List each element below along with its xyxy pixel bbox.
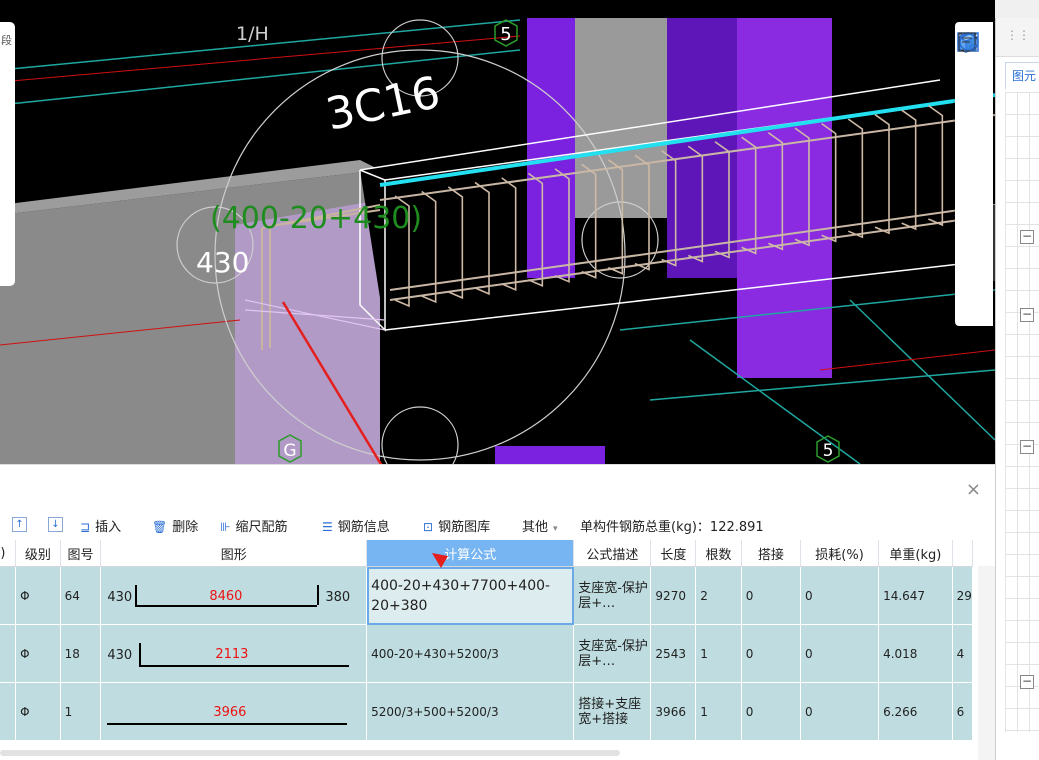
table-row[interactable]: Φ 1 3966 5200/3+500+5200/3 搭接+支座宽+搭接 396… bbox=[0, 682, 974, 741]
unit-weight-cell[interactable]: 14.647 bbox=[878, 566, 953, 625]
properties-panel-header: ⋮⋮ bbox=[996, 18, 1039, 57]
lap-cell[interactable]: 0 bbox=[741, 682, 801, 741]
properties-panel: ⋮⋮ 图元 − − − − bbox=[995, 18, 1039, 760]
rebar-3d-scene: 5 G 5 1/H 3C16 (400-20+430) 430 bbox=[0, 18, 995, 464]
shape-cell[interactable]: 430 8460 380 bbox=[100, 566, 368, 625]
grade-cell[interactable]: Φ bbox=[15, 566, 61, 625]
axis-marker-bottom-5: 5 bbox=[823, 441, 834, 461]
unit-weight-cell[interactable]: 6.266 bbox=[878, 682, 953, 741]
trash-icon: 🗑 bbox=[152, 520, 168, 534]
property-grid bbox=[1005, 92, 1039, 732]
extra-cell[interactable]: 29 bbox=[952, 566, 974, 625]
col-header-length[interactable]: 长度 bbox=[650, 540, 697, 567]
left-side-tab[interactable]: 段 bbox=[0, 22, 15, 286]
col-header-count[interactable]: 根数 bbox=[695, 540, 742, 567]
collapse-group-icon[interactable]: − bbox=[1020, 230, 1034, 244]
col-header-fig-no[interactable]: 图号 bbox=[60, 540, 102, 567]
delete-button[interactable]: 🗑 删除 bbox=[152, 516, 198, 535]
formula-cell-selected[interactable]: 400-20+430+7700+400-20+380 bbox=[366, 566, 575, 625]
table-vertical-scrollbar[interactable] bbox=[978, 566, 995, 760]
col-header-unit[interactable]: m) bbox=[0, 540, 17, 567]
formula-cell[interactable]: 5200/3+500+5200/3 bbox=[366, 682, 575, 741]
col-header-loss[interactable]: 损耗(%) bbox=[800, 540, 880, 567]
length-cell[interactable]: 2543 bbox=[650, 624, 697, 683]
insert-button[interactable]: ⊒ 插入 bbox=[80, 516, 121, 535]
rebar-info-button[interactable]: ☰ 钢筋信息 bbox=[322, 516, 390, 535]
length-cell[interactable]: 3966 bbox=[650, 682, 697, 741]
move-down-button[interactable]: ↓ bbox=[48, 516, 63, 532]
lap-cell[interactable]: 0 bbox=[741, 566, 801, 625]
total-weight-readout: 单构件钢筋总重(kg)：122.891 bbox=[580, 520, 764, 535]
fig-no-cell[interactable]: 1 bbox=[60, 682, 102, 741]
info-list-icon: ☰ bbox=[322, 520, 333, 534]
col-header-shape[interactable]: 图形 bbox=[100, 540, 368, 567]
collapse-group-icon[interactable]: − bbox=[1020, 675, 1034, 689]
desc-cell[interactable]: 支座宽-保护层+… bbox=[573, 624, 652, 683]
col-header-extra[interactable] bbox=[952, 540, 974, 567]
move-up-button[interactable]: ↑ bbox=[12, 516, 27, 532]
axis-label-1h: 1/H bbox=[236, 23, 269, 45]
dimension-label: 430 bbox=[196, 246, 249, 279]
col-header-formula[interactable]: 计算公式 bbox=[366, 540, 575, 567]
table-row[interactable]: Φ 64 430 8460 380 400-20+430+7700+400-20… bbox=[0, 566, 974, 625]
dropdown-icon: ▾ bbox=[553, 524, 558, 534]
arrow-down-icon: ↓ bbox=[48, 517, 63, 532]
col-header-grade[interactable]: 级别 bbox=[15, 540, 61, 567]
view-toolbar: 2D bbox=[955, 22, 993, 326]
insert-icon: ⊒ bbox=[80, 520, 91, 534]
loss-cell[interactable]: 0 bbox=[800, 624, 880, 683]
length-cell[interactable]: 9270 bbox=[650, 566, 697, 625]
collapse-group-icon[interactable]: − bbox=[1020, 440, 1034, 454]
collapse-group-icon[interactable]: − bbox=[1020, 308, 1034, 322]
grade-cell[interactable]: Φ bbox=[15, 624, 61, 683]
rebar-table: m) 级别 图号 图形 计算公式 公式描述 长度 根数 搭接 损耗(%) 单重(… bbox=[0, 540, 995, 760]
desc-cell[interactable]: 搭接+支座宽+搭接 bbox=[573, 682, 652, 741]
rebar-toolbar: ↑ ↓ ⊒ 插入 🗑 删除 ⊪ 缩尺配筋 ☰ 钢筋信息 ⊡ 钢筋图库 其他 ▾ 单构件钢筋总… bbox=[0, 510, 995, 540]
view-list-icon[interactable] bbox=[955, 30, 981, 54]
tab-element[interactable]: 图元 bbox=[1005, 62, 1039, 89]
rebar-library-button[interactable]: ⊡ 钢筋图库 bbox=[423, 516, 490, 535]
other-menu-button[interactable]: 其他 ▾ bbox=[522, 516, 558, 535]
col-header-unit-weight[interactable]: 单重(kg) bbox=[878, 540, 953, 567]
library-icon: ⊡ bbox=[423, 520, 434, 534]
extra-cell[interactable]: 6 bbox=[952, 682, 974, 741]
scale-rebar-button[interactable]: ⊪ 缩尺配筋 bbox=[220, 516, 287, 535]
grade-cell[interactable]: Φ bbox=[15, 682, 61, 741]
beam-rebar-label: 3C16 bbox=[322, 67, 445, 141]
table-row[interactable]: Φ 18 430 2113 400-20+430+5200/3 支座宽-保护层+… bbox=[0, 624, 974, 683]
axis-marker-top-5: 5 bbox=[500, 24, 511, 45]
extra-cell[interactable]: 4 bbox=[952, 624, 974, 683]
lap-cell[interactable]: 0 bbox=[741, 624, 801, 683]
formula-cell[interactable]: 400-20+430+5200/3 bbox=[366, 624, 575, 683]
fig-no-cell[interactable]: 64 bbox=[60, 566, 102, 625]
3d-viewport[interactable]: 5 G 5 1/H 3C16 (400-20+430) 430 段 › 2D bbox=[0, 0, 995, 464]
rebar-panel-header: × bbox=[0, 464, 995, 511]
count-cell[interactable]: 1 bbox=[695, 682, 742, 741]
formula-annotation: (400-20+430) bbox=[210, 201, 422, 236]
desc-cell[interactable]: 支座宽-保护层+… bbox=[573, 566, 652, 625]
loss-cell[interactable]: 0 bbox=[800, 682, 880, 741]
count-cell[interactable]: 1 bbox=[695, 624, 742, 683]
col-header-desc[interactable]: 公式描述 bbox=[573, 540, 652, 567]
shape-cell[interactable]: 3966 bbox=[100, 682, 368, 741]
fig-no-cell[interactable]: 18 bbox=[60, 624, 102, 683]
arrow-up-icon: ↑ bbox=[12, 517, 27, 532]
axis-marker-g: G bbox=[283, 441, 296, 461]
table-horizontal-scrollbar[interactable] bbox=[0, 750, 620, 756]
ruler-icon: ⊪ bbox=[220, 520, 231, 534]
drag-handle-icon[interactable]: ⋮⋮ bbox=[1006, 28, 1030, 42]
col-header-lap[interactable]: 搭接 bbox=[741, 540, 801, 567]
count-cell[interactable]: 2 bbox=[695, 566, 742, 625]
unit-weight-cell[interactable]: 4.018 bbox=[878, 624, 953, 683]
shape-cell[interactable]: 430 2113 bbox=[100, 624, 368, 683]
close-panel-button[interactable]: × bbox=[966, 479, 981, 500]
loss-cell[interactable]: 0 bbox=[800, 566, 880, 625]
